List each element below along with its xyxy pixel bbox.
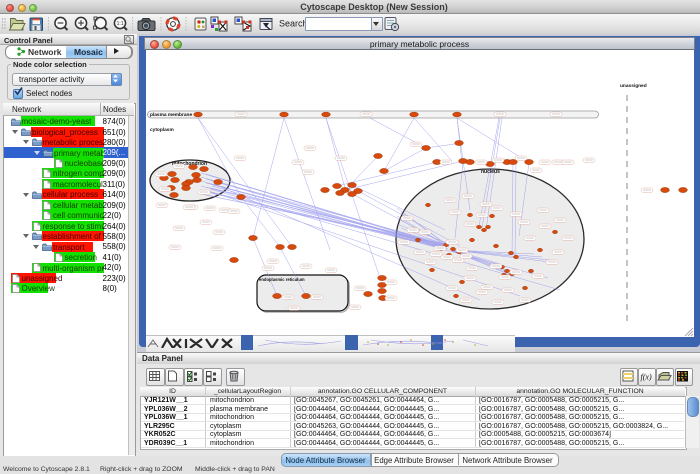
svg-text:endoplasmic reticulum: endoplasmic reticulum (259, 277, 305, 282)
svg-text:f(x): f(x) (641, 373, 652, 382)
svg-text:unassigned: unassigned (620, 83, 647, 89)
svg-text:cytoplasm: cytoplasm (150, 127, 174, 133)
svg-text:nucleus: nucleus (481, 169, 500, 175)
svg-text:plasma membrane: plasma membrane (150, 112, 192, 118)
svg-text:1:1: 1:1 (117, 21, 124, 27)
